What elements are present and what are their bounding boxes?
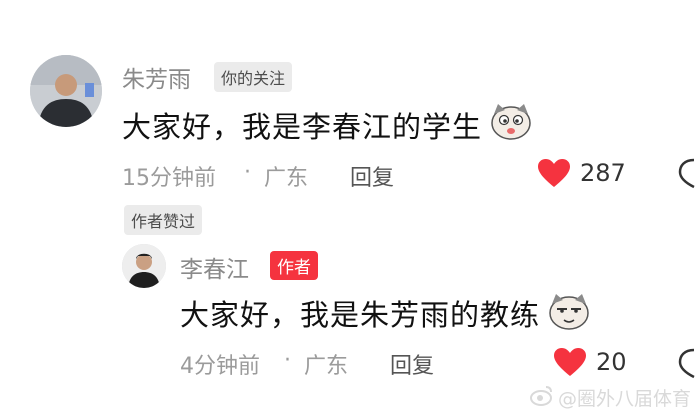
author-tag: 作者 bbox=[270, 251, 318, 280]
like-count: 20 bbox=[596, 348, 627, 376]
author-name[interactable]: 朱芳雨 bbox=[122, 60, 191, 94]
comment-time: 4分钟前 bbox=[180, 354, 260, 379]
comment-time: 15分钟前 bbox=[122, 166, 216, 191]
watermark-text: @圈外八届体育 bbox=[558, 388, 692, 410]
comment-location: 广东 bbox=[304, 354, 349, 379]
comment-location: 广东 bbox=[264, 166, 309, 191]
separator-dot: · bbox=[244, 160, 251, 185]
cat-face-emoji bbox=[490, 102, 532, 140]
reply-button[interactable]: 回复 bbox=[350, 160, 394, 192]
avatar[interactable] bbox=[122, 244, 166, 288]
cat-face-emoji bbox=[548, 292, 590, 330]
following-tag: 你的关注 bbox=[214, 62, 293, 92]
dislike-icon[interactable] bbox=[674, 346, 700, 380]
weibo-logo-icon bbox=[530, 384, 554, 406]
separator-dot: · bbox=[284, 348, 291, 373]
comment-text: 大家好，我是朱芳雨的教练 bbox=[180, 298, 541, 332]
author-name[interactable]: 李春江 bbox=[180, 250, 249, 284]
reply-button[interactable]: 回复 bbox=[390, 348, 434, 380]
heart-icon[interactable] bbox=[537, 158, 571, 188]
avatar[interactable] bbox=[30, 55, 102, 127]
comment-text: 大家好，我是李春江的学生 bbox=[122, 110, 483, 144]
heart-icon[interactable] bbox=[553, 347, 587, 377]
dislike-icon[interactable] bbox=[674, 156, 700, 190]
author-liked-badge: 作者赞过 bbox=[124, 205, 203, 235]
like-count: 287 bbox=[580, 159, 626, 187]
